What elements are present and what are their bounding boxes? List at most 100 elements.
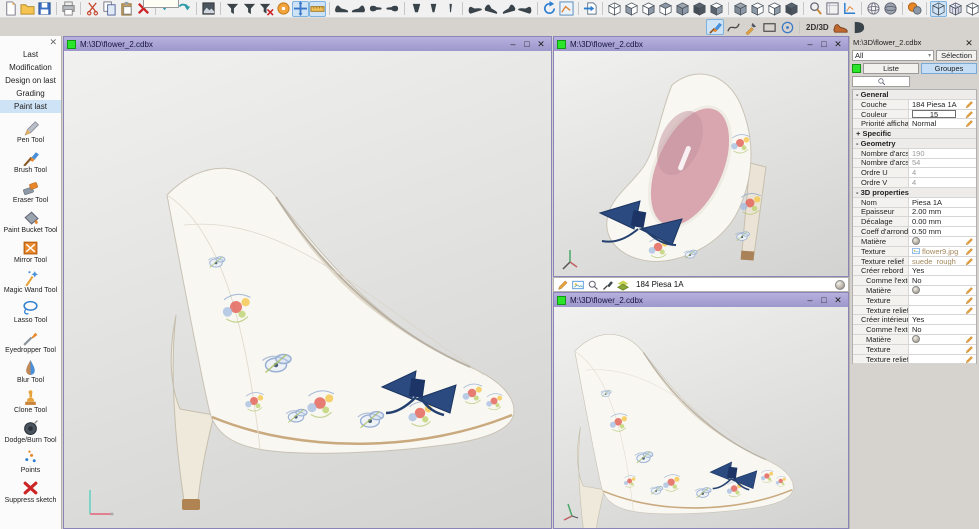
new-file-button[interactable] <box>2 1 19 17</box>
cube-view-1-button[interactable] <box>606 1 623 17</box>
edit-pencil-icon[interactable] <box>965 247 974 256</box>
image-icon[interactable] <box>572 279 584 291</box>
couleur-input[interactable]: 15 <box>912 110 956 119</box>
sphere-shaded-button[interactable] <box>882 1 899 17</box>
maximize-button[interactable]: □ <box>817 38 831 50</box>
pen-tool[interactable]: Pen Tool <box>17 119 44 144</box>
eyedropper-tool[interactable]: Eyedropper Tool <box>5 329 56 354</box>
edit-pencil-icon[interactable] <box>965 345 974 354</box>
curve-tool-button[interactable] <box>724 19 742 35</box>
copy-button[interactable] <box>101 1 118 17</box>
heel-front-button[interactable] <box>425 1 442 17</box>
close-button[interactable]: ✕ <box>831 294 845 306</box>
search-input[interactable] <box>852 76 910 87</box>
property-value[interactable] <box>909 296 963 305</box>
sidebar-item-grading[interactable]: Grading <box>0 87 61 100</box>
sidebar-item-paint-last[interactable]: Paint last <box>0 100 61 113</box>
filter-dropdown[interactable]: All▾ <box>852 50 934 61</box>
window-titlebar[interactable]: M:\3D\flower_2.cdbx – □ ✕ <box>64 37 551 51</box>
cube-view-6-button[interactable] <box>691 1 708 17</box>
filter-2-button[interactable] <box>241 1 258 17</box>
dodge-burn-tool[interactable]: Dodge/Burn Tool <box>4 419 56 444</box>
edit-pencil-icon[interactable] <box>965 296 974 305</box>
blur-tool[interactable]: Blur Tool <box>17 359 44 384</box>
rectangle-tool-button[interactable] <box>760 19 778 35</box>
zoom-button[interactable] <box>807 1 824 17</box>
material-sphere-icon[interactable] <box>912 237 920 245</box>
help-ball-button[interactable] <box>275 1 292 17</box>
property-value[interactable]: No <box>909 325 963 334</box>
material-balls-button[interactable] <box>906 1 923 17</box>
last-quarter1-button[interactable] <box>466 1 483 17</box>
minimize-button[interactable]: – <box>803 38 817 50</box>
property-value[interactable]: Yes <box>909 266 963 275</box>
cube-view-9-button[interactable] <box>749 1 766 17</box>
brush-tool[interactable]: Brush Tool <box>14 149 47 174</box>
measure-button[interactable] <box>309 1 326 17</box>
pen-arrow-button[interactable] <box>742 19 760 35</box>
property-value[interactable]: 0.00 mm <box>909 217 963 226</box>
clone-tool[interactable]: Clone Tool <box>14 389 47 414</box>
property-value[interactable]: Normal <box>909 119 963 128</box>
eraser-tool[interactable]: Eraser Tool <box>13 179 48 204</box>
cube-view-7-button[interactable] <box>708 1 725 17</box>
edit-pencil-icon[interactable] <box>965 100 974 109</box>
viewport-3d-top[interactable] <box>554 51 848 276</box>
mode-2d3d-label[interactable]: 2D/3D <box>806 23 829 32</box>
section-header[interactable]: + Specific <box>853 129 976 139</box>
frame-button[interactable] <box>824 1 841 17</box>
sidebar-item-last[interactable]: Last <box>0 48 61 61</box>
layers-icon[interactable] <box>617 279 629 291</box>
color-swatch[interactable] <box>852 64 861 73</box>
window-titlebar[interactable]: M:\3D\flower_2.cdbx – □ ✕ <box>554 293 848 307</box>
window-titlebar[interactable]: M:\3D\flower_2.cdbx – □ ✕ <box>554 37 848 51</box>
move-button[interactable] <box>292 1 309 17</box>
cube-view-3-button[interactable] <box>640 1 657 17</box>
last-quarter4-button[interactable] <box>517 1 534 17</box>
property-value[interactable]: 2.00 mm <box>909 208 963 217</box>
circle-tool-button[interactable] <box>778 19 796 35</box>
export-button[interactable] <box>582 1 599 17</box>
maximize-button[interactable]: □ <box>520 38 534 50</box>
cube-view-5-button[interactable] <box>674 1 691 17</box>
minimize-button[interactable]: – <box>803 294 817 306</box>
edit-pencil-icon[interactable] <box>965 286 974 295</box>
close-icon[interactable]: ✕ <box>962 37 976 49</box>
paste-button[interactable] <box>118 1 135 17</box>
refresh-view-button[interactable] <box>541 1 558 17</box>
edit-pencil-icon[interactable] <box>965 257 974 266</box>
viewport-3d-main[interactable] <box>64 51 551 528</box>
mode-heel-button[interactable] <box>850 19 868 35</box>
cube-view-4-button[interactable] <box>657 1 674 17</box>
preview-button[interactable] <box>200 1 217 17</box>
selection-button[interactable]: Sélection <box>936 50 977 61</box>
points-tool[interactable]: Points <box>21 449 40 474</box>
sole-top2-view-button[interactable] <box>384 1 401 17</box>
cube-view-10-button[interactable] <box>766 1 783 17</box>
minimize-button[interactable]: – <box>506 38 520 50</box>
viewport-3d-bottom[interactable] <box>554 307 848 528</box>
sole-top-view-button[interactable] <box>367 1 384 17</box>
property-value[interactable]: suede_rough <box>909 257 963 266</box>
close-button[interactable]: ✕ <box>534 38 548 50</box>
sidebar-item-design-on-last[interactable]: Design on last <box>0 74 61 87</box>
material-sphere-icon[interactable] <box>912 335 920 343</box>
paint-brush-button[interactable] <box>706 19 724 35</box>
edit-pencil-icon[interactable] <box>965 355 974 364</box>
maximize-button[interactable]: □ <box>817 294 831 306</box>
suppress-sketch-tool[interactable]: Suppress sketch <box>5 479 57 504</box>
edit-pencil-icon[interactable] <box>965 306 974 315</box>
lasso-tool[interactable]: Lasso Tool <box>14 299 47 324</box>
brush-icon[interactable] <box>602 279 614 291</box>
heel-front-wide-button[interactable] <box>408 1 425 17</box>
property-value[interactable] <box>909 306 963 315</box>
axes-plot-button[interactable] <box>841 1 858 17</box>
save-button[interactable] <box>36 1 53 17</box>
sphere-wire-button[interactable] <box>865 1 882 17</box>
property-value[interactable] <box>909 237 963 246</box>
property-value[interactable] <box>909 355 963 364</box>
property-value[interactable] <box>909 335 963 344</box>
last-quarter3-button[interactable] <box>500 1 517 17</box>
property-value[interactable]: 0.50 mm <box>909 227 963 236</box>
section-header[interactable]: - 3D properties <box>853 188 976 198</box>
